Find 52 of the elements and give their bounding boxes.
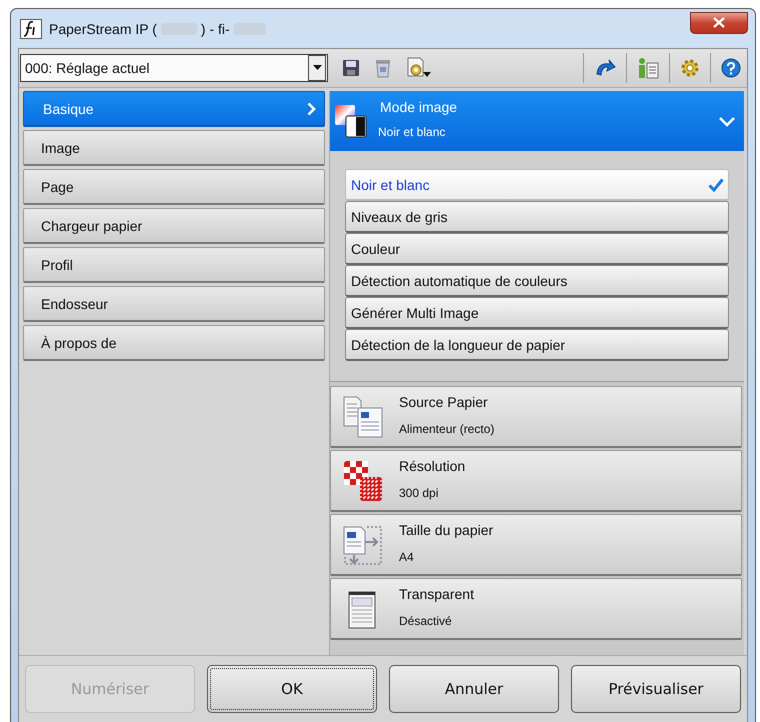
section-value: Désactivé <box>399 614 453 628</box>
section-value: 300 dpi <box>399 486 440 500</box>
dialog-button[interactable]: Annuler <box>389 665 559 713</box>
curved-arrow-icon[interactable] <box>594 58 616 78</box>
close-icon <box>713 17 725 28</box>
chevron-right-icon <box>307 102 316 116</box>
profile-dropdown[interactable]: 000: Réglage actuel <box>20 54 328 82</box>
option-item[interactable]: Détection automatique de couleurs <box>345 265 729 297</box>
settings-section[interactable]: Taille du papier A4 <box>330 514 742 576</box>
window-title: ) - fi- <box>200 20 230 36</box>
gear-document-icon[interactable] <box>406 57 432 79</box>
section-value: Noir et blanc <box>378 125 446 139</box>
sidebar-item[interactable]: Image <box>23 130 325 166</box>
settings-section[interactable]: Résolution 300 dpi <box>330 450 742 512</box>
option-item[interactable]: Niveaux de gris <box>345 201 729 233</box>
checkmark-icon <box>708 178 724 192</box>
option-item[interactable]: Générer Multi Image <box>345 297 729 329</box>
person-list-icon[interactable] <box>637 57 659 79</box>
section-value: Alimenteur (recto) <box>399 422 494 436</box>
dialog-button[interactable]: Prévisualiser <box>571 665 741 713</box>
color-mode-icon <box>334 104 368 138</box>
dialog-button[interactable]: OK <box>207 665 377 713</box>
chevron-down-icon <box>718 116 736 126</box>
sidebar-item[interactable]: Profil <box>23 247 325 283</box>
sidebar-item[interactable]: Basique <box>23 91 325 127</box>
settings-icon[interactable] <box>680 58 700 78</box>
help-icon[interactable] <box>721 58 741 78</box>
caret-icon <box>312 65 322 71</box>
settings-section[interactable]: Source Papier Alimenteur (recto) <box>330 386 742 448</box>
section-title: Taille du papier <box>399 522 494 538</box>
trash-icon[interactable] <box>374 58 392 78</box>
checkerboard-icon <box>343 460 383 502</box>
option-item[interactable]: Noir et blanc <box>345 169 729 201</box>
option-item[interactable]: Détection de la longueur de papier <box>345 329 729 361</box>
resize-page-icon <box>343 524 383 566</box>
section-title: Transparent <box>399 586 474 602</box>
section-title: Mode image <box>379 99 458 115</box>
window-title: PaperStream IP ( <box>49 20 157 36</box>
sidebar-item[interactable]: Chargeur papier <box>23 208 325 244</box>
image-mode-header[interactable]: Mode image Noir et blanc <box>330 91 744 151</box>
sidebar-item[interactable]: Endosseur <box>23 286 325 322</box>
save-icon[interactable] <box>342 59 360 77</box>
app-logo-icon <box>20 18 42 38</box>
close-button[interactable] <box>690 12 748 34</box>
settings-section[interactable]: Transparent Désactivé <box>330 578 742 640</box>
section-title: Résolution <box>399 458 466 474</box>
option-item[interactable]: Couleur <box>345 233 729 265</box>
sidebar-item[interactable]: Page <box>23 169 325 205</box>
documents-icon <box>343 396 383 438</box>
sidebar-item[interactable]: À propos de <box>23 325 325 361</box>
section-value: A4 <box>399 550 415 564</box>
section-title: Source Papier <box>399 394 489 410</box>
